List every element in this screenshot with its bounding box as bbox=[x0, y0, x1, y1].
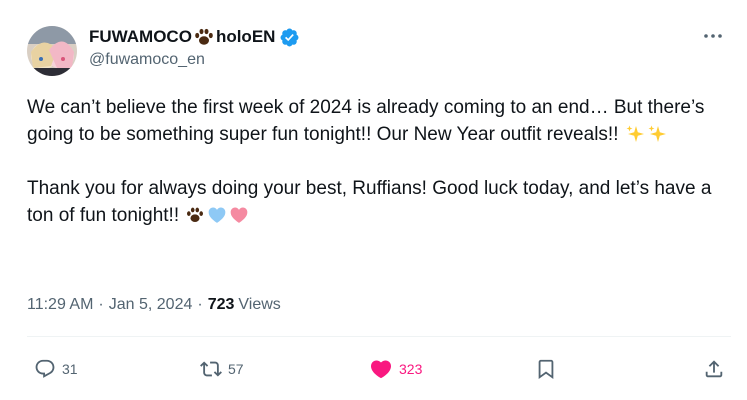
paw-icon bbox=[185, 205, 205, 225]
paw-icon bbox=[193, 27, 215, 47]
tweet-meta: 11:29 AM · Jan 5, 2024 · 723 Views bbox=[27, 296, 281, 314]
meta-separator: · bbox=[197, 296, 203, 313]
pink-heart-icon bbox=[229, 205, 249, 225]
more-icon[interactable] bbox=[699, 26, 727, 46]
meta-separator: · bbox=[98, 296, 104, 313]
tweet-paragraph-2-text: Thank you for always doing your best, Ru… bbox=[27, 178, 712, 226]
tweet-paragraph-2: Thank you for always doing your best, Ru… bbox=[27, 175, 732, 229]
author-name-part2[interactable]: holoEN bbox=[216, 27, 276, 47]
author-name-part1[interactable]: FUWAMOCO bbox=[89, 27, 192, 47]
tweet-date[interactable]: Jan 5, 2024 bbox=[109, 296, 193, 314]
tweet-time[interactable]: 11:29 AM bbox=[27, 296, 93, 314]
like-button[interactable]: 323 bbox=[369, 354, 422, 384]
bookmark-icon[interactable] bbox=[535, 358, 557, 380]
action-bar: 31 57 323 bbox=[27, 354, 737, 384]
author-name-row[interactable]: FUWAMOCO holoEN bbox=[89, 25, 300, 49]
sparkles-icon bbox=[625, 124, 645, 144]
like-icon[interactable] bbox=[369, 357, 393, 381]
views-label[interactable]: Views bbox=[238, 296, 280, 314]
author-handle[interactable]: @fuwamoco_en bbox=[89, 51, 205, 69]
reply-icon[interactable] bbox=[34, 358, 56, 380]
repost-icon[interactable] bbox=[200, 358, 222, 380]
avatar[interactable] bbox=[27, 26, 77, 76]
tweet-card: FUWAMOCO holoEN @fuwamoco_en We can’t be… bbox=[0, 0, 747, 400]
tweet-paragraph-1: We can’t believe the first week of 2024 … bbox=[27, 94, 732, 148]
like-count: 323 bbox=[399, 361, 423, 377]
share-icon[interactable] bbox=[703, 358, 725, 380]
tweet-paragraph-1-text: We can’t believe the first week of 2024 … bbox=[27, 97, 705, 145]
divider bbox=[27, 336, 731, 337]
views-count[interactable]: 723 bbox=[208, 296, 235, 314]
verified-icon[interactable] bbox=[279, 27, 300, 48]
blue-heart-icon bbox=[207, 205, 227, 225]
tweet-text: We can’t believe the first week of 2024 … bbox=[27, 94, 732, 229]
sparkles-icon bbox=[647, 124, 667, 144]
reply-button[interactable]: 31 bbox=[34, 354, 78, 384]
share-button[interactable] bbox=[703, 354, 725, 384]
repost-count: 57 bbox=[228, 361, 244, 377]
reply-count: 31 bbox=[62, 361, 78, 377]
bookmark-button[interactable] bbox=[535, 354, 557, 384]
repost-button[interactable]: 57 bbox=[200, 354, 244, 384]
